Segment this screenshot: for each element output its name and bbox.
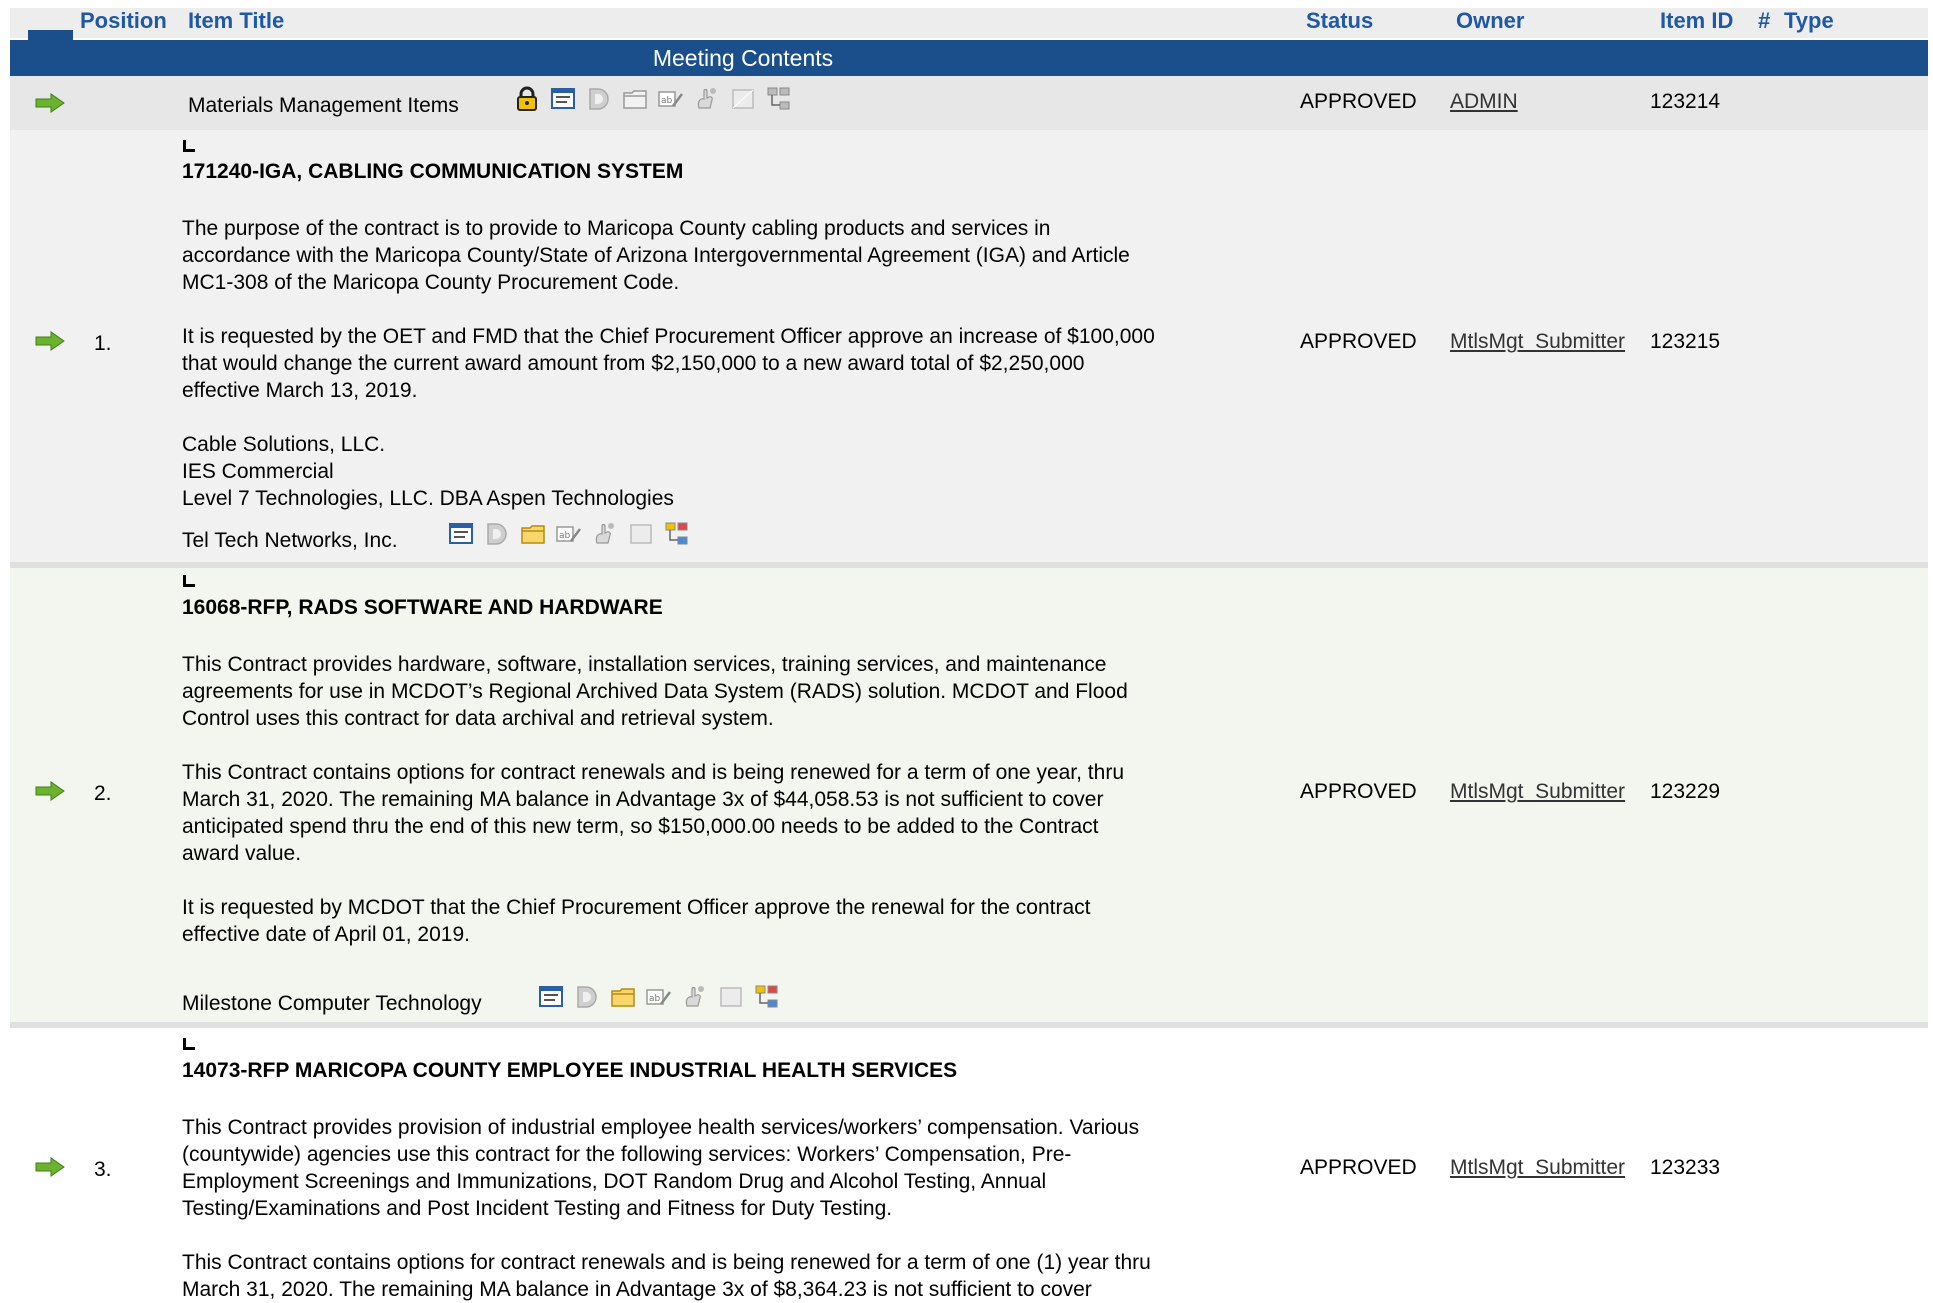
item-line: The purpose of the contract is to provid… bbox=[182, 217, 1051, 240]
item-status: APPROVED bbox=[1300, 330, 1417, 353]
item-line: anticipated spend thru the end of this n… bbox=[182, 815, 1099, 838]
item-icons: ab bbox=[538, 982, 780, 1012]
item-id: 123233 bbox=[1650, 1156, 1721, 1179]
d-doc-icon[interactable] bbox=[586, 86, 612, 112]
item-owner-link[interactable]: MtlsMgt_Submitter bbox=[1450, 780, 1625, 804]
item-line: MC1-308 of the Maricopa County Procureme… bbox=[182, 271, 680, 294]
svg-text:ab: ab bbox=[559, 531, 571, 541]
meeting-contents-bar: Meeting Contents bbox=[10, 40, 1928, 76]
tree-icon[interactable] bbox=[664, 521, 690, 547]
item-line: This Contract provides provision of indu… bbox=[182, 1116, 1140, 1139]
edit-text-icon[interactable]: ab bbox=[556, 521, 582, 547]
d-doc-icon[interactable] bbox=[574, 984, 600, 1010]
item-position: 3. bbox=[94, 1158, 112, 1181]
item-heading[interactable]: 16068-RFP, RADS SOFTWARE AND HARDWARE bbox=[182, 594, 663, 621]
child-elbow-icon bbox=[183, 575, 195, 587]
go-arrow-icon[interactable] bbox=[35, 93, 65, 113]
col-type[interactable]: Type bbox=[1784, 8, 1834, 34]
edit-text-icon[interactable]: ab bbox=[658, 86, 684, 112]
item-line: IES Commercial bbox=[182, 460, 334, 483]
meeting-contents-title: Meeting Contents bbox=[652, 45, 834, 71]
page-icon[interactable] bbox=[718, 984, 744, 1010]
item-line: effective March 13, 2019. bbox=[182, 379, 418, 402]
item-line: Testing/Examinations and Post Incident T… bbox=[182, 1197, 893, 1220]
item-line: This Contract provides hardware, softwar… bbox=[182, 653, 1107, 676]
go-arrow-icon[interactable] bbox=[35, 781, 65, 801]
item-heading[interactable]: 171240-IGA, CABLING COMMUNICATION SYSTEM bbox=[182, 158, 683, 185]
col-item-title[interactable]: Item Title bbox=[188, 8, 284, 34]
item-status: APPROVED bbox=[1300, 1156, 1417, 1179]
svg-text:ab: ab bbox=[649, 994, 661, 1004]
folder-icon[interactable] bbox=[610, 984, 636, 1010]
item-line: Level 7 Technologies, LLC. DBA Aspen Tec… bbox=[182, 487, 674, 510]
page-icon[interactable] bbox=[730, 86, 756, 112]
item-line: effective date of April 01, 2019. bbox=[182, 923, 470, 946]
item-line: March 31, 2020. The remaining MA balance… bbox=[182, 788, 1104, 811]
child-elbow-icon bbox=[183, 1038, 195, 1050]
column-header-bar bbox=[10, 8, 1928, 38]
item-line: It is requested by the OET and FMD that … bbox=[182, 325, 1155, 348]
item-line: Cable Solutions, LLC. bbox=[182, 433, 386, 456]
top-item-status: APPROVED bbox=[1300, 90, 1417, 113]
summary-icon[interactable] bbox=[448, 521, 474, 547]
top-item-icons: ab bbox=[514, 84, 792, 114]
item-vendor-last: Milestone Computer Technology bbox=[182, 992, 482, 1015]
item-line: This Contract contains options for contr… bbox=[182, 761, 1124, 784]
item-line: Employment Screenings and Immunizations,… bbox=[182, 1170, 1047, 1193]
edit-text-icon[interactable]: ab bbox=[646, 984, 672, 1010]
item-status: APPROVED bbox=[1300, 780, 1417, 803]
item-line: that would change the current award amou… bbox=[182, 352, 1085, 375]
top-item-id: 123214 bbox=[1650, 90, 1721, 113]
item-line: award value. bbox=[182, 842, 302, 865]
col-number[interactable]: # bbox=[1758, 8, 1770, 34]
lock-icon[interactable] bbox=[514, 86, 540, 112]
folder-icon[interactable] bbox=[622, 86, 648, 112]
item-line: accordance with the Maricopa County/Stat… bbox=[182, 244, 1130, 267]
item-line: (countywide) agencies use this contract … bbox=[182, 1143, 1072, 1166]
item-owner-link[interactable]: MtlsMgt_Submitter bbox=[1450, 330, 1625, 354]
item-owner-link[interactable]: MtlsMgt_Submitter bbox=[1450, 1156, 1625, 1180]
item-position: 2. bbox=[94, 782, 112, 805]
summary-icon[interactable] bbox=[538, 984, 564, 1010]
item-heading[interactable]: 14073-RFP MARICOPA COUNTY EMPLOYEE INDUS… bbox=[182, 1057, 957, 1084]
svg-text:ab: ab bbox=[661, 96, 673, 106]
folder-icon[interactable] bbox=[520, 521, 546, 547]
hand-icon[interactable] bbox=[682, 984, 708, 1010]
tree-icon[interactable] bbox=[754, 984, 780, 1010]
child-elbow-icon bbox=[183, 140, 195, 152]
item-line: It is requested by MCDOT that the Chief … bbox=[182, 896, 1091, 919]
tree-icon[interactable] bbox=[766, 86, 792, 112]
item-line: March 31, 2020. The remaining MA balance… bbox=[182, 1278, 1092, 1301]
page-icon[interactable] bbox=[628, 521, 654, 547]
item-position: 1. bbox=[94, 332, 112, 355]
item-line: Control uses this contract for data arch… bbox=[182, 707, 774, 730]
item-id: 123229 bbox=[1650, 780, 1721, 803]
summary-icon[interactable] bbox=[550, 86, 576, 112]
hand-icon[interactable] bbox=[592, 521, 618, 547]
top-item-title[interactable]: Materials Management Items bbox=[188, 92, 459, 119]
col-owner[interactable]: Owner bbox=[1456, 8, 1524, 34]
go-arrow-icon[interactable] bbox=[35, 1157, 65, 1177]
col-status[interactable]: Status bbox=[1306, 8, 1373, 34]
d-doc-icon[interactable] bbox=[484, 521, 510, 547]
item-id: 123215 bbox=[1650, 330, 1721, 353]
hand-icon[interactable] bbox=[694, 86, 720, 112]
top-item-owner-link[interactable]: ADMIN bbox=[1450, 90, 1518, 114]
item-line: This Contract contains options for contr… bbox=[182, 1251, 1151, 1274]
col-item-id[interactable]: Item ID bbox=[1660, 8, 1733, 34]
col-position[interactable]: Position bbox=[80, 8, 167, 34]
item-icons: ab bbox=[448, 519, 690, 549]
item-line: agreements for use in MCDOT’s Regional A… bbox=[182, 680, 1128, 703]
item-vendor-last: Tel Tech Networks, Inc. bbox=[182, 529, 398, 552]
go-arrow-icon[interactable] bbox=[35, 331, 65, 351]
header-tab-marker bbox=[28, 30, 73, 40]
